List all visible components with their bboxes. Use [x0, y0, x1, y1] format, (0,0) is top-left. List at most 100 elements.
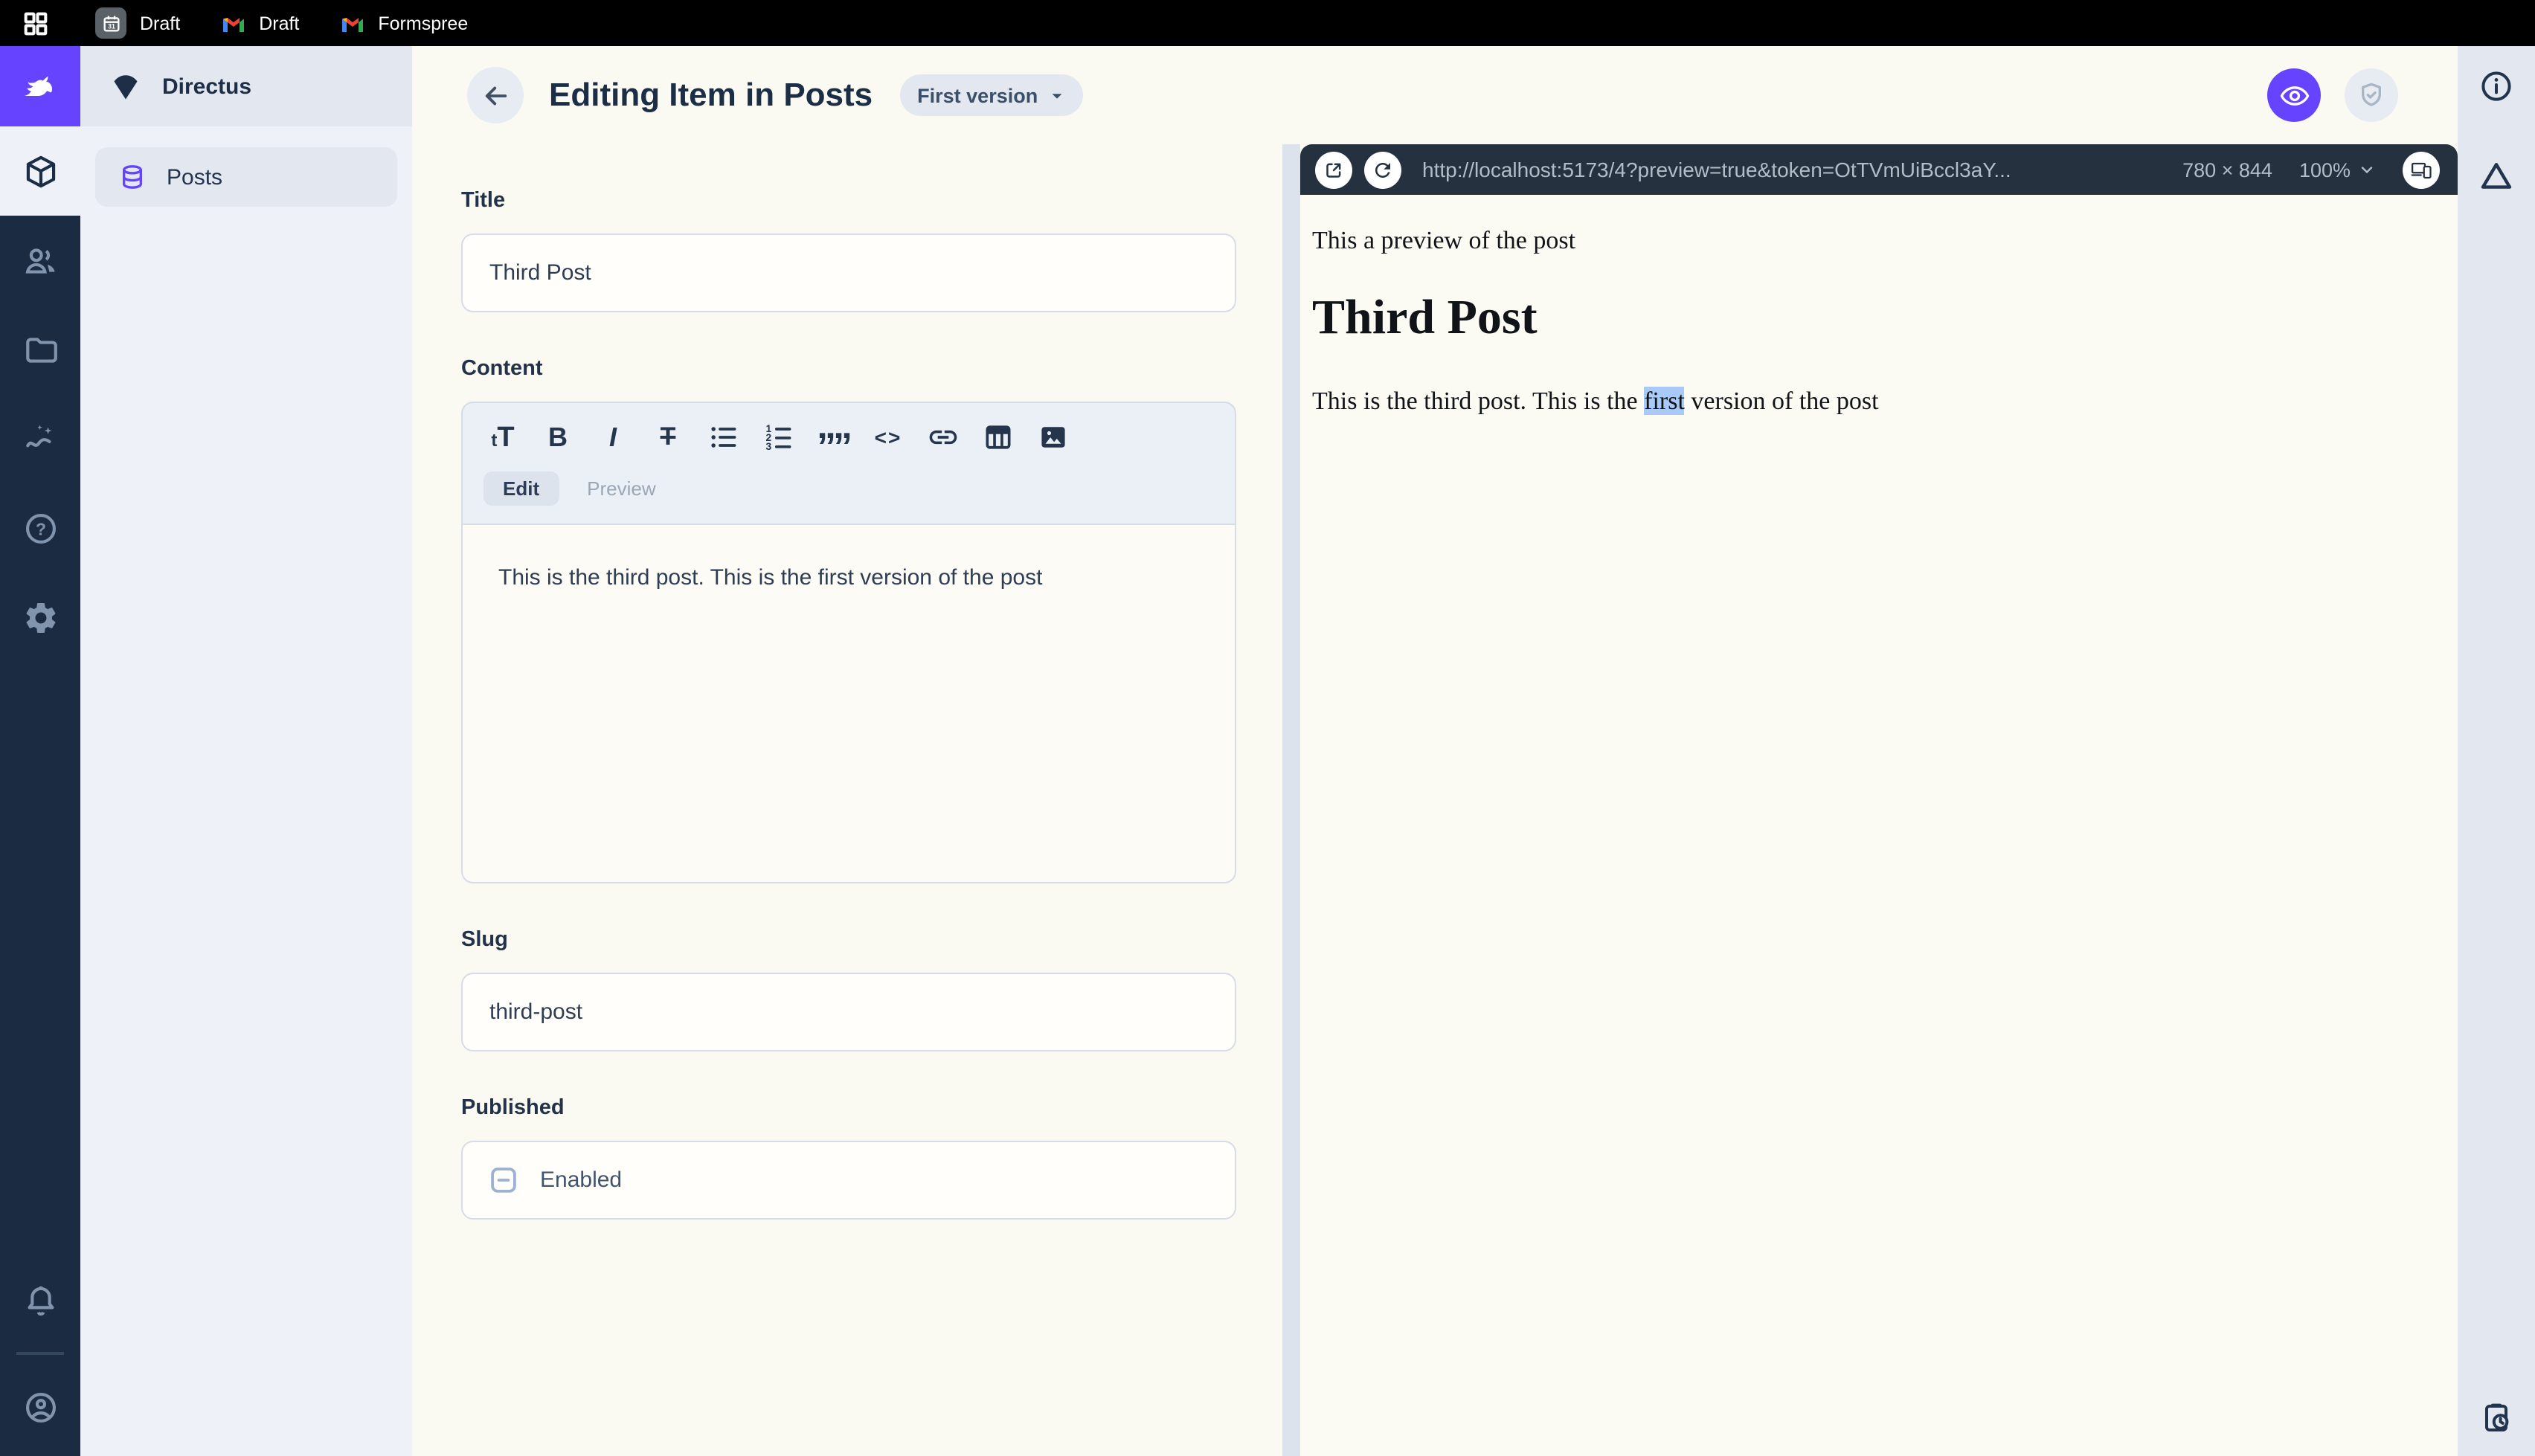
notifications-button[interactable]	[0, 1260, 80, 1340]
highlighted-word: first	[1644, 387, 1685, 415]
module-help[interactable]: ?	[0, 483, 80, 573]
rabbit-icon	[25, 76, 52, 96]
italic-button[interactable]: I	[591, 415, 635, 460]
published-field[interactable]: Enabled	[461, 1141, 1236, 1220]
field-label-content: Content	[461, 357, 543, 381]
chevron-down-icon	[2361, 167, 2373, 173]
editor-toolbar: tT B I T 1 2 3 ”” <>	[463, 403, 1235, 468]
blockquote-button[interactable]: ””	[811, 415, 855, 468]
refresh-icon	[1375, 162, 1390, 177]
arrow-left-icon	[484, 86, 507, 105]
code-button[interactable]: <>	[866, 415, 910, 460]
version-label: First version	[917, 84, 1038, 106]
svg-text:3: 3	[766, 441, 772, 452]
back-button[interactable]	[467, 67, 524, 123]
heading-button[interactable]: tT	[481, 415, 525, 460]
browser-tab[interactable]: Draft	[222, 13, 299, 33]
chevron-down-icon	[1051, 93, 1061, 98]
module-settings[interactable]	[0, 573, 80, 662]
preview-heading: Third Post	[1312, 291, 1538, 345]
app-shell: ? Directus Posts Editing Item in Posts F…	[0, 46, 2535, 1456]
title-field[interactable]	[461, 233, 1236, 312]
refresh-button[interactable]	[1364, 151, 1401, 188]
right-sidebar-rail	[2458, 46, 2535, 1456]
svg-text:31: 31	[107, 22, 115, 29]
info-button[interactable]	[2478, 68, 2514, 104]
revisions-button[interactable]	[2478, 1399, 2514, 1435]
field-label-title: Title	[461, 189, 506, 213]
calendar-favicon: 31	[95, 7, 126, 39]
module-files[interactable]	[0, 305, 80, 394]
project-header[interactable]: Directus	[80, 46, 412, 126]
field-label-slug: Slug	[461, 928, 508, 952]
tab-preview[interactable]: Preview	[568, 471, 675, 506]
module-users[interactable]	[0, 216, 80, 305]
browser-tab-strip: 31 Draft Draft Formspree	[0, 0, 2535, 46]
preview-toggle-button[interactable]	[2267, 68, 2321, 122]
blockquote-icon: ””	[817, 423, 852, 468]
preview-url[interactable]: http://localhost:5173/4?preview=true&tok…	[1422, 158, 2159, 181]
account-button[interactable]	[0, 1367, 80, 1447]
preview-dimensions: 780 × 844	[2182, 158, 2272, 181]
slug-input[interactable]	[486, 998, 1211, 1026]
item-form: Title Content tT B I T	[412, 144, 1282, 1456]
module-insights[interactable]	[0, 394, 80, 483]
insights-icon	[25, 424, 51, 447]
body-before: This is the third post. This is the	[1312, 387, 1645, 415]
preview-iframe[interactable]: This a preview of the post Third Post Th…	[1300, 195, 2458, 1456]
title-input[interactable]	[486, 259, 1211, 287]
preview-url-bar: http://localhost:5173/4?preview=true&tok…	[1300, 144, 2458, 195]
page-title: Editing Item in Posts	[549, 76, 873, 113]
version-selector[interactable]: First version	[899, 74, 1083, 116]
browser-tab[interactable]: Formspree	[341, 13, 468, 33]
checkbox-indeterminate-icon[interactable]	[488, 1165, 519, 1196]
screen: 31 Draft Draft Formspree ? Directus Post…	[0, 0, 2535, 1456]
project-fan-icon	[114, 74, 138, 99]
preview-intro-text: This a preview of the post	[1312, 226, 1576, 254]
link-icon	[929, 430, 957, 445]
tab-label: Draft	[140, 13, 181, 33]
sidebar-item-label: Posts	[167, 164, 223, 190]
module-bar: ?	[0, 46, 80, 1456]
content-row: Title Content tT B I T	[412, 144, 2458, 1456]
checkbox-label: Enabled	[540, 1167, 623, 1193]
bold-icon: B	[548, 422, 568, 451]
help-icon: ?	[25, 512, 56, 544]
database-icon	[122, 165, 143, 189]
content-textarea[interactable]: This is the third post. This is the firs…	[463, 524, 1235, 882]
field-label-published: Published	[461, 1096, 565, 1120]
link-button[interactable]	[921, 415, 966, 460]
page-header: Editing Item in Posts First version	[412, 46, 2458, 144]
directus-logo[interactable]	[0, 46, 80, 126]
table-button[interactable]	[976, 415, 1021, 460]
image-button[interactable]	[1031, 415, 1076, 460]
module-content[interactable]	[0, 126, 80, 216]
svg-text:?: ?	[35, 518, 45, 538]
validation-button[interactable]	[2345, 68, 2398, 122]
tab-edit[interactable]: Edit	[483, 471, 559, 506]
module-bar-spacer	[0, 662, 80, 1260]
browser-tab[interactable]: 31 Draft	[95, 7, 180, 39]
zoom-selector[interactable]: 100%	[2299, 158, 2376, 181]
tab-grid-icon[interactable]	[21, 8, 51, 38]
responsive-mode-button[interactable]	[2403, 151, 2440, 188]
project-name: Directus	[162, 74, 252, 99]
changes-triangle-button[interactable]	[2478, 158, 2514, 193]
numbered-list-button[interactable]: 1 2 3	[756, 415, 800, 460]
bullet-list-button[interactable]	[701, 415, 745, 460]
gmail-favicon	[223, 18, 245, 32]
strikethrough-icon: T	[660, 422, 676, 451]
tab-label: Draft	[259, 13, 300, 33]
gmail-favicon	[342, 18, 364, 32]
strikethrough-button[interactable]: T	[646, 415, 690, 460]
body-after: version of the post	[1684, 387, 1879, 415]
preview-pane: http://localhost:5173/4?preview=true&tok…	[1300, 144, 2458, 1456]
eye-icon	[2279, 86, 2309, 105]
slug-field[interactable]	[461, 973, 1236, 1051]
bold-button[interactable]: B	[536, 415, 580, 460]
folder-icon	[25, 337, 57, 362]
numbered-list-icon: 1 2 3	[766, 423, 791, 452]
open-in-new-button[interactable]	[1315, 151, 1352, 188]
tab-label: Formspree	[378, 13, 469, 33]
sidebar-item-posts[interactable]: Posts	[95, 147, 397, 207]
